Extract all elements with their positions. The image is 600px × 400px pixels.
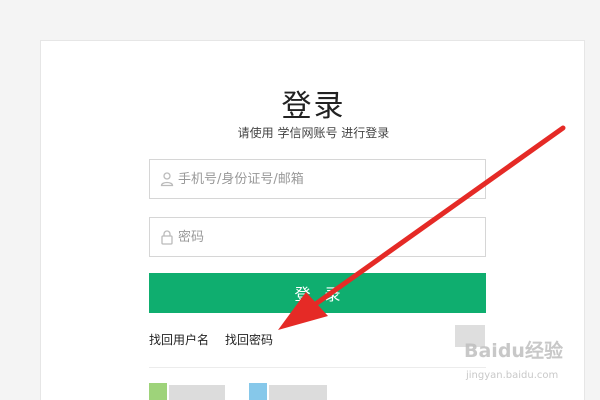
blurred-login-icon	[249, 383, 267, 400]
find-password-link[interactable]: 找回密码	[225, 331, 273, 348]
watermark-url: jingyan.baidu.com	[466, 370, 559, 381]
divider	[149, 367, 486, 368]
blurred-login-label	[169, 385, 225, 400]
password-field[interactable]	[149, 217, 486, 257]
password-input[interactable]	[178, 218, 478, 256]
lock-icon	[161, 230, 173, 245]
blurred-login-icon	[149, 383, 167, 400]
login-subtitle: 请使用 学信网账号 进行登录	[237, 126, 390, 140]
blurred-login-label	[269, 385, 327, 400]
login-button[interactable]: 登录	[149, 273, 486, 313]
user-icon	[160, 172, 174, 187]
username-input[interactable]	[178, 160, 478, 198]
page-title: 登录	[281, 89, 346, 124]
username-field[interactable]	[149, 159, 486, 199]
watermark-brand: Baidu经验	[464, 340, 563, 362]
find-username-link[interactable]: 找回用户名	[149, 331, 209, 348]
baidu-watermark: Baidu经验 jingyan.baidu.com	[458, 332, 598, 392]
